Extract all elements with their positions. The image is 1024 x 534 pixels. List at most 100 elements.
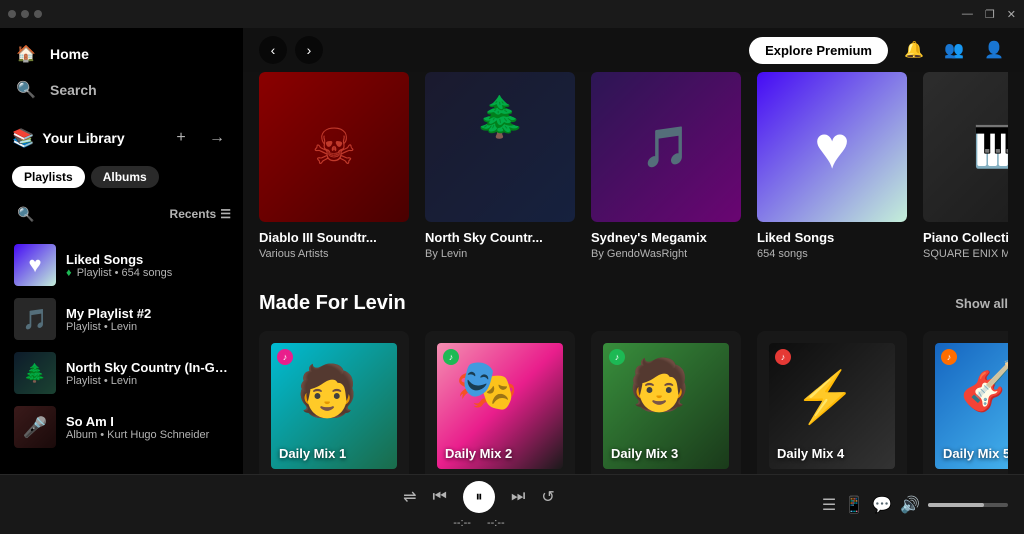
queue-button[interactable]: ☰: [822, 495, 836, 515]
previous-button[interactable]: ⏮: [433, 488, 447, 506]
liked-songs-meta: ♦ Playlist • 654 songs: [66, 267, 229, 279]
piano-album-art: [923, 72, 1008, 222]
forward-button[interactable]: ›: [295, 36, 323, 64]
devices-button[interactable]: 📱: [844, 495, 864, 515]
my-playlist-2-name: My Playlist #2: [66, 306, 229, 321]
titlebar-dots: [8, 10, 42, 18]
daily-mix-3-art: ♪ Daily Mix 3: [603, 343, 729, 469]
list-item[interactable]: Diablo III Soundtr... Various Artists: [259, 72, 409, 260]
list-item[interactable]: 🌲 North Sky Country (In-Game) Playlist •…: [4, 346, 239, 400]
player-right: ☰ 📱 💬 🔊: [822, 495, 1008, 515]
list-item[interactable]: ♪ Daily Mix 1 Daily Mix 1 Josh Whelchel,…: [259, 331, 409, 474]
friends-button[interactable]: 👥: [940, 36, 968, 64]
liked-songs-thumbnail: ♥: [14, 244, 56, 286]
liked-songs-name: Liked Songs: [66, 252, 229, 267]
expand-library-button[interactable]: →: [203, 124, 231, 152]
minimize-button[interactable]: —: [962, 8, 973, 20]
list-item[interactable]: North Sky Countr... By Levin: [425, 72, 575, 260]
list-item[interactable]: ♪ Daily Mix 4 Daily Mix 4 Gothic Storm, …: [757, 331, 907, 474]
next-button[interactable]: ⏭: [511, 488, 525, 506]
shuffle-button[interactable]: ⇌: [403, 487, 416, 507]
list-item[interactable]: ♪ Daily Mix 3 Daily Mix 3 Darren Ang, Mi…: [591, 331, 741, 474]
my-playlist-2-meta: Playlist • Levin: [66, 321, 229, 333]
so-am-i-name: So Am I: [66, 414, 229, 429]
daily-mix-2-art-label: Daily Mix 2: [445, 446, 512, 461]
player-center: ⇌ ⏮ ⏸ ⏭ ↺ --:-- --:--: [152, 481, 806, 529]
daily-mix-5-art-label: Daily Mix 5: [943, 446, 1008, 461]
list-item[interactable]: 🎵 My Playlist #2 Playlist • Levin: [4, 292, 239, 346]
play-pause-button[interactable]: ⏸: [463, 481, 495, 513]
daily-mix-4-art-label: Daily Mix 4: [777, 446, 844, 461]
list-item[interactable]: ♪ Daily Mix 2 Daily Mix 2 ROZEN, Nobuo U…: [425, 331, 575, 474]
volume-bar[interactable]: [928, 503, 1008, 507]
playlists-filter-button[interactable]: Playlists: [12, 166, 85, 188]
repeat-button[interactable]: ↺: [541, 487, 554, 507]
daily-mix-grid: ♪ Daily Mix 1 Daily Mix 1 Josh Whelchel,…: [259, 331, 1008, 474]
diablo-album-title: Diablo III Soundtr...: [259, 230, 409, 245]
show-all-button[interactable]: Show all: [955, 296, 1008, 311]
end-time: --:--: [487, 517, 505, 529]
top-bar-right: Explore Premium 🔔 👥 👤: [749, 36, 1008, 64]
player-controls: ⇌ ⏮ ⏸ ⏭ ↺: [403, 481, 555, 513]
north-sky-meta: Playlist • Levin: [66, 375, 229, 387]
made-for-section: Made For Levin Show all ♪ Daily Mix 1 Da…: [259, 292, 1008, 474]
explore-premium-button[interactable]: Explore Premium: [749, 37, 888, 64]
so-am-i-info: So Am I Album • Kurt Hugo Schneider: [66, 414, 229, 441]
list-item[interactable]: ♥ Liked Songs ♦ Playlist • 654 songs: [4, 238, 239, 292]
volume-button[interactable]: 🔊: [900, 495, 920, 515]
sidebar-item-search[interactable]: 🔍 Search: [0, 72, 243, 108]
list-item[interactable]: ♥ Liked Songs 654 songs: [757, 72, 907, 260]
add-library-button[interactable]: +: [167, 124, 195, 152]
close-button[interactable]: ✕: [1007, 8, 1016, 21]
sidebar-nav: 🏠 Home 🔍 Search: [0, 28, 243, 116]
piano-album-sub: SQUARE ENIX MUSIC: [923, 248, 1008, 260]
liked-album-art: ♥: [757, 72, 907, 222]
volume-fill: [928, 503, 984, 507]
main-layout: 🏠 Home 🔍 Search 📚 Your Library + → Playl…: [0, 28, 1024, 474]
my-playlist-2-thumbnail: 🎵: [14, 298, 56, 340]
back-button[interactable]: ‹: [259, 36, 287, 64]
daily-mix-4-art: ♪ Daily Mix 4: [769, 343, 895, 469]
list-item[interactable]: Sydney's Megamix By GendoWasRight: [591, 72, 741, 260]
list-item[interactable]: Piano Collections... SQUARE ENIX MUSIC: [923, 72, 1008, 260]
list-item[interactable]: ♪ Daily Mix 5 Daily Mix 5 Darren Korb, C…: [923, 331, 1008, 474]
maximize-button[interactable]: ❐: [985, 8, 995, 21]
library-title-label: Your Library: [42, 130, 124, 146]
sidebar-item-home[interactable]: 🏠 Home: [0, 36, 243, 72]
so-am-i-thumbnail: 🎤: [14, 406, 56, 448]
your-library-button[interactable]: 📚 Your Library: [12, 128, 159, 149]
daily-mix-3-badge: ♪: [609, 349, 625, 365]
so-am-i-meta: Album • Kurt Hugo Schneider: [66, 429, 229, 441]
library-header: 📚 Your Library + →: [0, 116, 243, 160]
home-label: Home: [50, 46, 89, 62]
liked-album-sub: 654 songs: [757, 248, 907, 260]
search-label: Search: [50, 82, 97, 98]
content-area: Diablo III Soundtr... Various Artists No…: [243, 72, 1024, 474]
home-icon: 🏠: [16, 44, 36, 64]
lyrics-button[interactable]: 💬: [872, 495, 892, 515]
library-search-icon[interactable]: 🔍: [12, 200, 40, 228]
sydney-album-sub: By GendoWasRight: [591, 248, 741, 260]
albums-filter-button[interactable]: Albums: [91, 166, 159, 188]
green-dot-icon: ♦: [66, 267, 72, 279]
search-icon: 🔍: [16, 80, 36, 100]
notifications-button[interactable]: 🔔: [900, 36, 928, 64]
library-icon: 📚: [12, 128, 34, 149]
daily-mix-1-art: ♪ Daily Mix 1: [271, 343, 397, 469]
sydney-album-title: Sydney's Megamix: [591, 230, 741, 245]
list-icon: ☰: [220, 207, 231, 221]
north-sky-name: North Sky Country (In-Game): [66, 360, 229, 375]
dot-3: [34, 10, 42, 18]
dot-1: [8, 10, 16, 18]
northsky-album-sub: By Levin: [425, 248, 575, 260]
nav-arrows: ‹ ›: [259, 36, 323, 64]
list-item[interactable]: 🎤 So Am I Album • Kurt Hugo Schneider: [4, 400, 239, 454]
recent-albums-section: Diablo III Soundtr... Various Artists No…: [259, 72, 1008, 268]
recents-button[interactable]: Recents ☰: [170, 207, 231, 221]
daily-mix-4-badge: ♪: [775, 349, 791, 365]
profile-button[interactable]: 👤: [980, 36, 1008, 64]
current-time: --:--: [453, 517, 471, 529]
daily-mix-5-badge: ♪: [941, 349, 957, 365]
daily-mix-2-art: ♪ Daily Mix 2: [437, 343, 563, 469]
sidebar: 🏠 Home 🔍 Search 📚 Your Library + → Playl…: [0, 28, 243, 474]
